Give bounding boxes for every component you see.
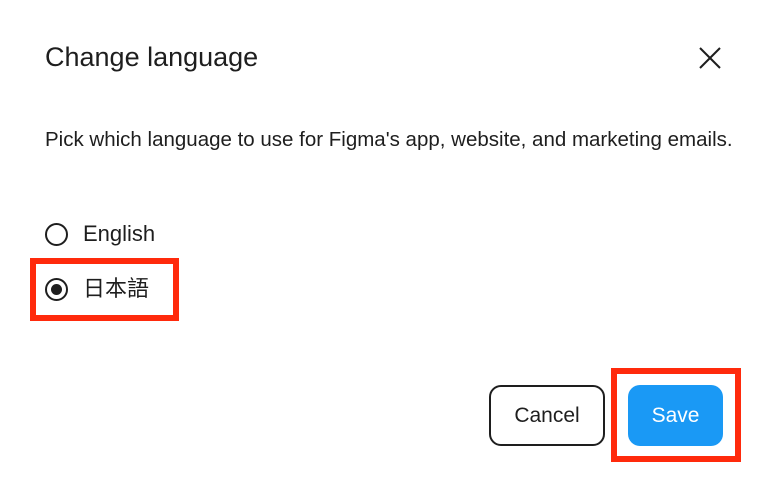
- language-option-japanese[interactable]: 日本語: [45, 274, 149, 304]
- radio-selected-dot: [51, 283, 62, 295]
- radio-button-english[interactable]: [45, 222, 68, 246]
- dialog-description: Pick which language to use for Figma's a…: [45, 128, 733, 151]
- close-button[interactable]: [692, 40, 728, 76]
- close-icon: [699, 47, 721, 69]
- dialog-title: Change language: [45, 42, 259, 72]
- language-option-english[interactable]: English: [45, 219, 155, 249]
- save-button[interactable]: Save: [628, 385, 723, 446]
- cancel-button[interactable]: Cancel: [489, 385, 605, 446]
- change-language-dialog: Change language Pick which language to u…: [0, 0, 768, 490]
- radio-button-japanese[interactable]: [45, 277, 68, 301]
- language-label-english: English: [83, 221, 156, 246]
- language-label-japanese: 日本語: [83, 276, 150, 301]
